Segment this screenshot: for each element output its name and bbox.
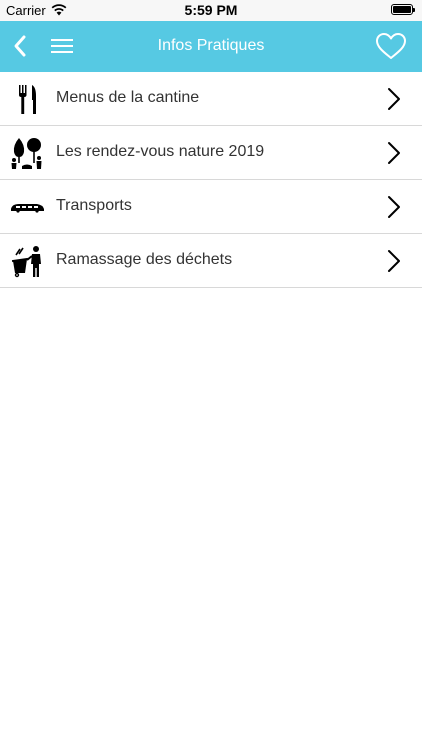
clock: 5:59 PM <box>184 2 238 18</box>
list-item-label: Menus de la cantine <box>56 89 200 106</box>
battery-icon <box>391 4 415 15</box>
page-title: Infos Pratiques <box>157 37 265 54</box>
list-item-rendez-vous-nature[interactable]: Les rendez-vous nature 2019 <box>0 126 422 180</box>
list-item-cantine[interactable]: Menus de la cantine <box>0 72 422 126</box>
status-bar: Carrier 5:59 PM <box>0 0 422 21</box>
list-item-label: Ramassage des déchets <box>56 251 233 268</box>
bus-icon <box>11 204 44 213</box>
nav-bar: Infos Pratiques <box>0 21 422 72</box>
waste-collection-icon <box>11 246 41 278</box>
list-item-label: Transports <box>56 197 132 214</box>
fork-knife-icon <box>19 85 36 114</box>
chevron-right-icon <box>388 88 400 110</box>
chevron-right-icon <box>388 142 400 164</box>
trees-people-icon <box>11 138 42 169</box>
heart-icon[interactable] <box>375 32 407 60</box>
info-list: Menus de la cantine Les rendez-vous natu… <box>0 72 422 288</box>
list-item-label: Les rendez-vous nature 2019 <box>56 143 265 160</box>
chevron-right-icon <box>388 196 400 218</box>
list-item-dechets[interactable]: Ramassage des déchets <box>0 234 422 288</box>
chevron-right-icon <box>388 250 400 272</box>
list-item-transports[interactable]: Transports <box>0 180 422 234</box>
